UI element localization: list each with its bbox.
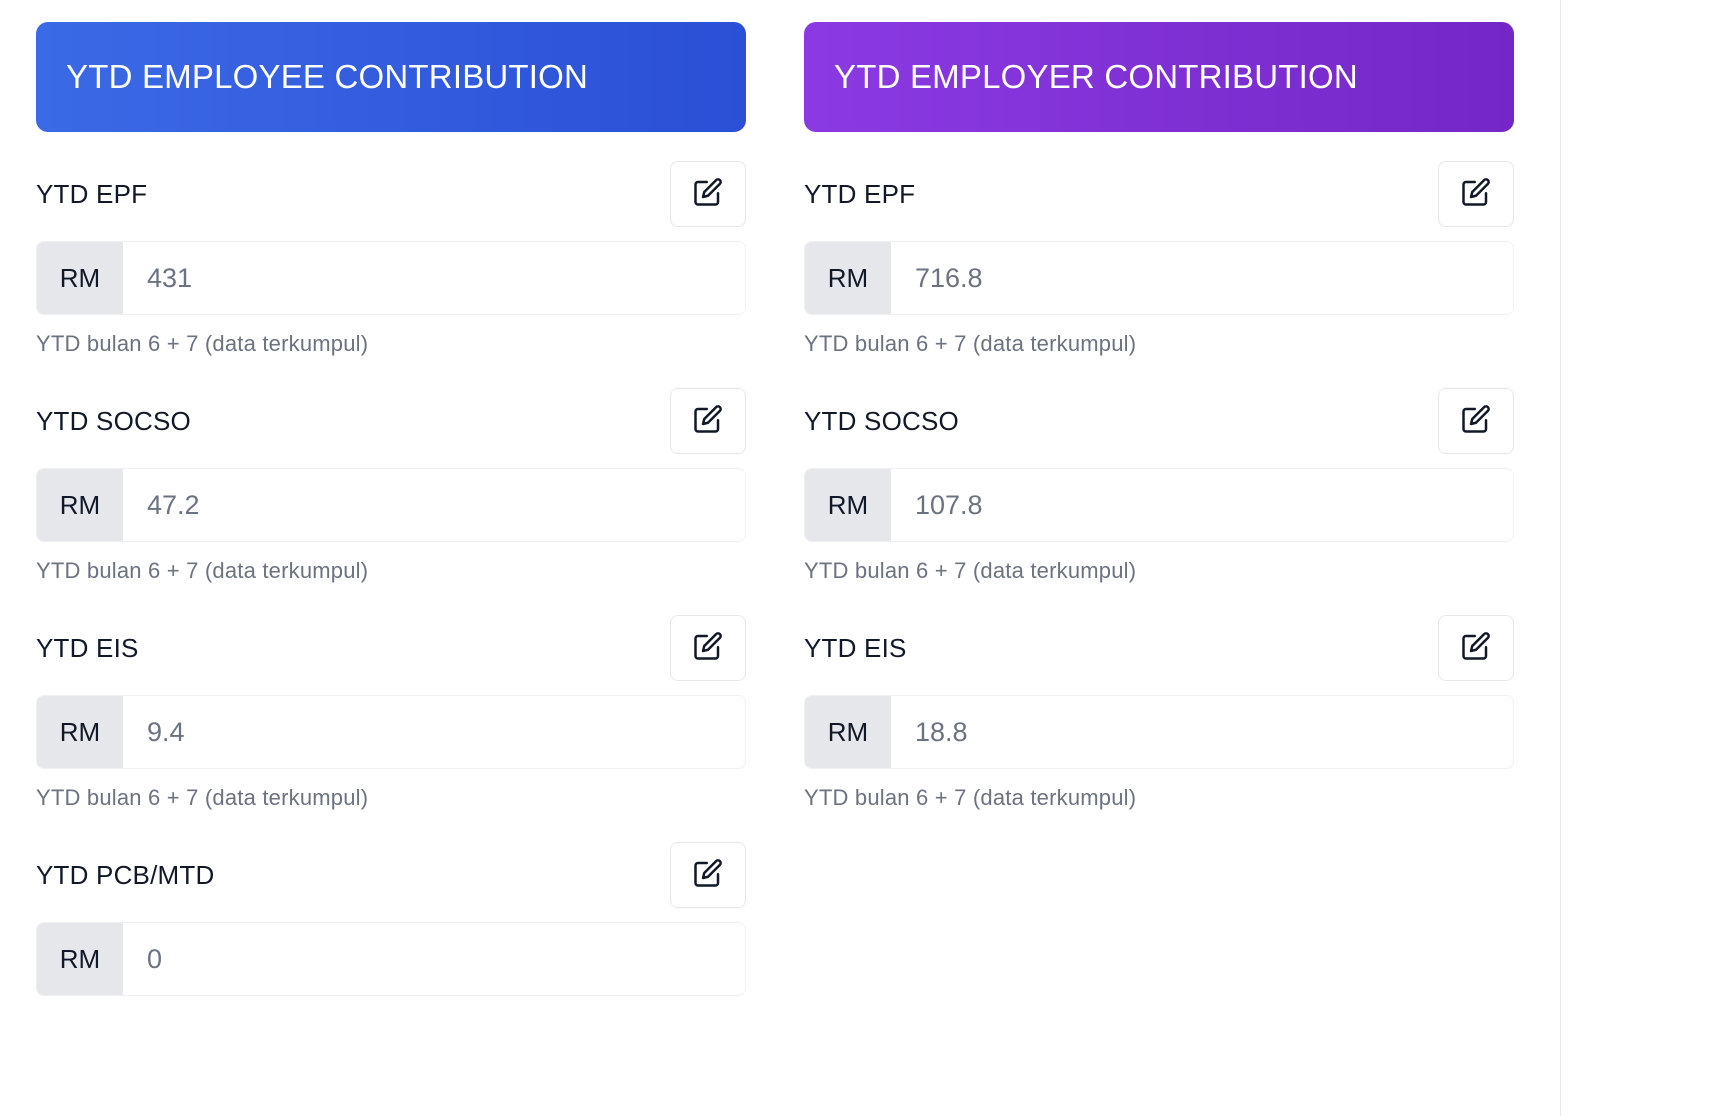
employer-socso-input-group: RM [804, 468, 1514, 542]
employee-socso-field: YTD SOCSO RM YTD bulan 6 + 7 (data terku… [36, 388, 746, 615]
employer-eis-field: YTD EIS RM YTD bulan 6 + 7 (data terkump… [804, 615, 1514, 842]
edit-icon [693, 177, 723, 212]
employer-epf-field: YTD EPF RM YTD bulan 6 + 7 (data terkump… [804, 161, 1514, 388]
employee-pcb-edit-button[interactable] [670, 842, 746, 908]
employer-epf-label: YTD EPF [804, 178, 916, 209]
edit-icon [1461, 404, 1491, 439]
currency-prefix: RM [37, 696, 123, 768]
employer-epf-hint: YTD bulan 6 + 7 (data terkumpul) [804, 331, 1137, 356]
employee-socso-label: YTD SOCSO [36, 405, 191, 436]
employee-socso-edit-button[interactable] [670, 388, 746, 454]
employee-epf-label: YTD EPF [36, 178, 148, 209]
employer-eis-hint: YTD bulan 6 + 7 (data terkumpul) [804, 785, 1137, 810]
edit-icon [1461, 177, 1491, 212]
edit-icon [693, 404, 723, 439]
employee-epf-field: YTD EPF RM YTD bulan 6 + 7 (data terkump… [36, 161, 746, 388]
employer-fields: YTD EPF RM YTD bulan 6 + 7 (data terkump… [804, 161, 1514, 842]
currency-prefix: RM [37, 923, 123, 995]
employee-pcb-input[interactable] [123, 923, 745, 995]
currency-prefix: RM [805, 469, 891, 541]
employee-socso-input-group: RM [36, 468, 746, 542]
employee-eis-field: YTD EIS RM YTD bulan 6 + 7 (data terkump… [36, 615, 746, 842]
scroll-container-edge [1560, 0, 1561, 1116]
employee-pcb-field: YTD PCB/MTD RM [36, 842, 746, 1069]
employee-pcb-input-group: RM [36, 922, 746, 996]
currency-prefix: RM [37, 469, 123, 541]
employee-eis-input-group: RM [36, 695, 746, 769]
currency-prefix: RM [805, 696, 891, 768]
employer-epf-input-group: RM [804, 241, 1514, 315]
employee-epf-input-group: RM [36, 241, 746, 315]
employee-contribution-title: YTD EMPLOYEE CONTRIBUTION [66, 58, 589, 95]
employee-socso-input[interactable] [123, 469, 745, 541]
employee-contribution-section: YTD EMPLOYEE CONTRIBUTION YTD EPF RM YTD… [36, 22, 746, 1069]
edit-icon [693, 631, 723, 666]
employer-socso-edit-button[interactable] [1438, 388, 1514, 454]
employee-epf-edit-button[interactable] [670, 161, 746, 227]
employer-socso-label: YTD SOCSO [804, 405, 959, 436]
currency-prefix: RM [805, 242, 891, 314]
employer-eis-input-group: RM [804, 695, 1514, 769]
employer-eis-input[interactable] [891, 696, 1513, 768]
employer-eis-label: YTD EIS [804, 632, 907, 663]
employee-fields: YTD EPF RM YTD bulan 6 + 7 (data terkump… [36, 161, 746, 1069]
employer-eis-edit-button[interactable] [1438, 615, 1514, 681]
employee-pcb-label: YTD PCB/MTD [36, 859, 215, 890]
employer-epf-edit-button[interactable] [1438, 161, 1514, 227]
employer-epf-input[interactable] [891, 242, 1513, 314]
employee-eis-label: YTD EIS [36, 632, 139, 663]
employer-contribution-header: YTD EMPLOYER CONTRIBUTION [804, 22, 1514, 132]
employee-eis-input[interactable] [123, 696, 745, 768]
employer-socso-input[interactable] [891, 469, 1513, 541]
employee-socso-hint: YTD bulan 6 + 7 (data terkumpul) [36, 558, 369, 583]
employee-epf-hint: YTD bulan 6 + 7 (data terkumpul) [36, 331, 369, 356]
edit-icon [1461, 631, 1491, 666]
employer-contribution-section: YTD EMPLOYER CONTRIBUTION YTD EPF RM YTD… [804, 22, 1514, 842]
employee-contribution-header: YTD EMPLOYEE CONTRIBUTION [36, 22, 746, 132]
employee-epf-input[interactable] [123, 242, 745, 314]
edit-icon [693, 858, 723, 893]
employer-socso-field: YTD SOCSO RM YTD bulan 6 + 7 (data terku… [804, 388, 1514, 615]
employer-contribution-title: YTD EMPLOYER CONTRIBUTION [834, 58, 1358, 95]
currency-prefix: RM [37, 242, 123, 314]
employee-eis-edit-button[interactable] [670, 615, 746, 681]
employee-eis-hint: YTD bulan 6 + 7 (data terkumpul) [36, 785, 369, 810]
employer-socso-hint: YTD bulan 6 + 7 (data terkumpul) [804, 558, 1137, 583]
